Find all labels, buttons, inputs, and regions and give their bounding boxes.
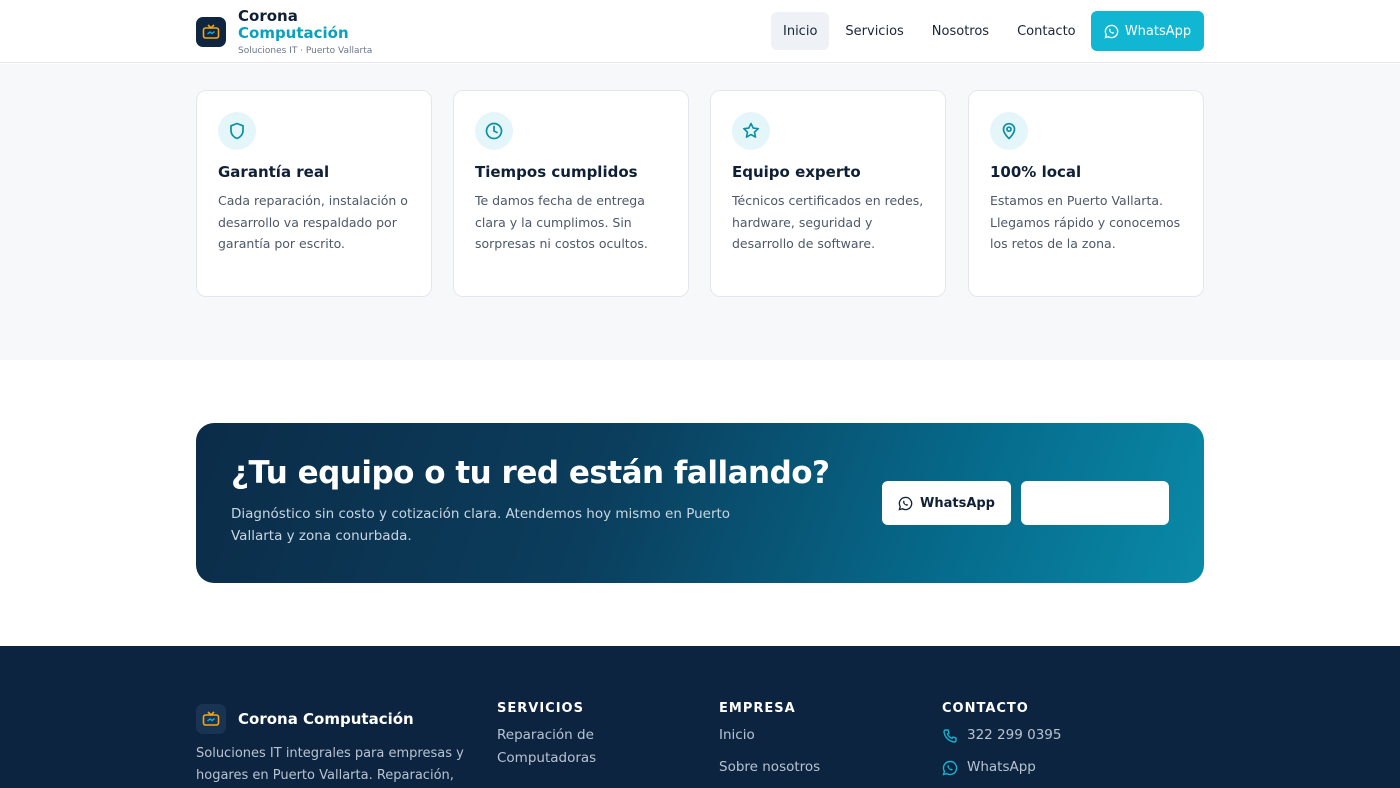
footer-link-reparacion[interactable]: Reparación de Computadoras	[497, 724, 657, 770]
whatsapp-icon	[942, 760, 958, 776]
feature-card-local: 100% local Estamos en Puerto Vallarta. L…	[968, 90, 1204, 297]
footer-services-heading: SERVICIOS	[497, 701, 584, 716]
whatsapp-icon	[898, 496, 913, 511]
footer-contact-heading: CONTACTO	[942, 701, 1029, 716]
feature-text: Te damos fecha de entrega clara y la cum…	[475, 193, 648, 251]
tv-logo-icon	[196, 704, 226, 734]
footer-phone: 322 299 0395	[967, 727, 1062, 743]
features-section: Garantía real Cada reparación, instalaci…	[0, 64, 1400, 360]
main-nav: Inicio Servicios Nosotros Contacto	[771, 12, 1092, 50]
footer-brand[interactable]: Corona Computación	[196, 704, 414, 734]
feature-card-timing: Tiempos cumplidos Te damos fecha de entr…	[453, 90, 689, 297]
feature-text: Estamos en Puerto Vallarta. Llegamos ráp…	[990, 193, 1181, 251]
nav-inicio[interactable]: Inicio	[771, 12, 830, 50]
cta-banner: ¿Tu equipo o tu red están fallando? Diag…	[196, 423, 1204, 583]
feature-title: Equipo experto	[732, 163, 861, 181]
brand-name-line2: Computación	[238, 24, 349, 42]
nav-contacto[interactable]: Contacto	[1005, 12, 1088, 50]
footer-company-heading: EMPRESA	[719, 701, 796, 716]
cta-text: Diagnóstico sin costo y cotización clara…	[231, 506, 731, 544]
feature-text: Técnicos certificados en redes, hardware…	[732, 193, 924, 251]
cta-secondary-button[interactable]	[1021, 481, 1169, 525]
footer-description: Soluciones IT integrales para empresas y…	[196, 746, 464, 783]
footer-contact-column: CONTACTO 322 299 0395 WhatsApp	[942, 701, 1061, 779]
footer-whatsapp-link[interactable]: WhatsApp	[942, 756, 1061, 779]
whatsapp-icon	[1104, 24, 1119, 39]
footer-link-inicio[interactable]: Inicio	[719, 724, 820, 747]
tv-logo-icon	[196, 17, 226, 47]
cta-whatsapp-button[interactable]: WhatsApp	[882, 481, 1011, 525]
cta-whatsapp-label: WhatsApp	[920, 495, 995, 511]
feature-text: Cada reparación, instalación o desarroll…	[218, 193, 408, 251]
footer-link-sobre-nosotros[interactable]: Sobre nosotros	[719, 756, 820, 779]
clock-icon	[475, 112, 513, 150]
footer-phone-link[interactable]: 322 299 0395	[942, 724, 1061, 747]
feature-title: Tiempos cumplidos	[475, 163, 638, 181]
brand-logo[interactable]: Corona Computación Soluciones IT · Puert…	[196, 8, 372, 58]
feature-title: 100% local	[990, 163, 1082, 181]
nav-nosotros[interactable]: Nosotros	[920, 12, 1001, 50]
phone-icon	[943, 728, 957, 743]
footer-services-column: SERVICIOS Reparación de Computadoras	[497, 701, 657, 770]
whatsapp-header-label: WhatsApp	[1124, 23, 1192, 39]
feature-card-expert: Equipo experto Técnicos certificados en …	[710, 90, 946, 297]
footer-brand-name: Corona Computación	[238, 710, 414, 728]
site-footer: Corona Computación Soluciones IT integra…	[0, 646, 1400, 788]
brand-name-line1: Corona	[238, 7, 298, 25]
whatsapp-header-button[interactable]: WhatsApp	[1091, 11, 1204, 51]
brand-tagline: Soluciones IT · Puerto Vallarta	[238, 46, 373, 56]
star-icon	[732, 112, 770, 150]
nav-servicios[interactable]: Servicios	[833, 12, 915, 50]
footer-company-column: EMPRESA Inicio Sobre nosotros	[719, 701, 820, 779]
feature-title: Garantía real	[218, 163, 330, 181]
feature-card-guarantee: Garantía real Cada reparación, instalaci…	[196, 90, 432, 297]
map-pin-icon	[990, 112, 1028, 150]
cta-title: ¿Tu equipo o tu red están fallando?	[231, 455, 830, 491]
site-header: Corona Computación Soluciones IT · Puert…	[0, 0, 1400, 63]
shield-icon	[218, 112, 256, 150]
footer-whatsapp: WhatsApp	[967, 759, 1036, 775]
